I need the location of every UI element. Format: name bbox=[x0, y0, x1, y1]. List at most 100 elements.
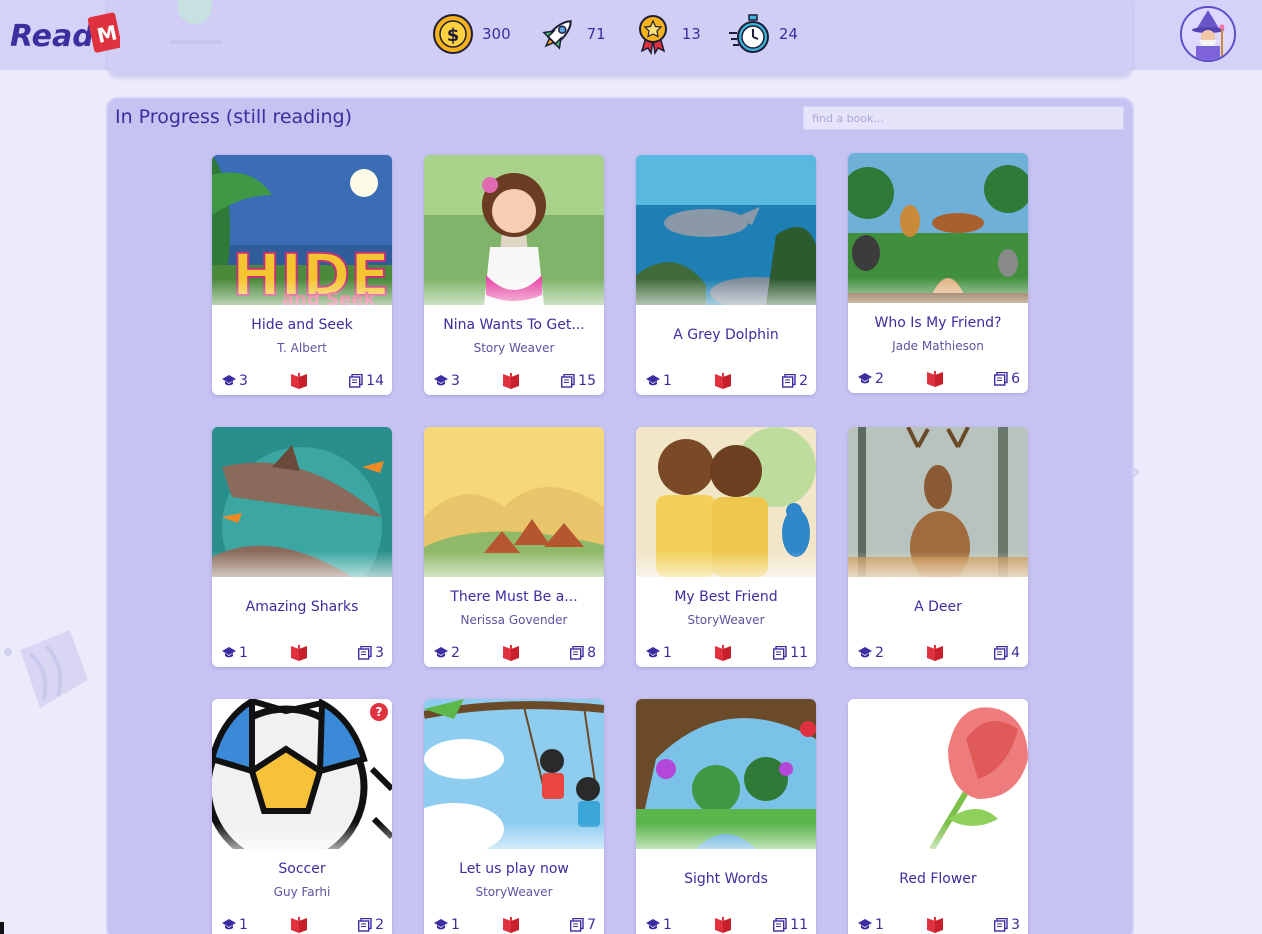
book-card[interactable]: Let us play now StoryWeaver 1 7 bbox=[424, 699, 604, 934]
rocket-stat[interactable]: 71 bbox=[537, 13, 606, 55]
pages-icon bbox=[994, 372, 1008, 386]
medal-stat[interactable]: 13 bbox=[632, 13, 701, 55]
book-card[interactable]: Amazing Sharks 1 3 bbox=[212, 427, 392, 667]
help-badge[interactable]: ? bbox=[370, 703, 388, 721]
book-card[interactable]: A Deer 2 4 bbox=[848, 427, 1028, 667]
reading-level: 2 bbox=[858, 645, 884, 661]
book-title: Nina Wants To Get... bbox=[443, 317, 585, 333]
rocket-value: 71 bbox=[586, 25, 606, 43]
book-author: StoryWeaver bbox=[687, 613, 765, 627]
book-author: Guy Farhi bbox=[273, 885, 331, 899]
svg-text:$: $ bbox=[447, 25, 460, 46]
graduation-cap-icon bbox=[858, 919, 872, 930]
book-meta: 2 8 bbox=[424, 645, 604, 663]
coins-stat[interactable]: $ 300 bbox=[432, 13, 511, 55]
open-book-icon[interactable] bbox=[290, 645, 308, 665]
book-title: Sight Words bbox=[684, 871, 768, 887]
open-book-icon[interactable] bbox=[290, 373, 308, 393]
reading-level: 1 bbox=[646, 917, 672, 933]
book-card[interactable]: Red Flower 1 3 bbox=[848, 699, 1028, 934]
pages-icon bbox=[782, 374, 796, 388]
cover-fade bbox=[424, 551, 604, 591]
cover-fade bbox=[212, 279, 392, 319]
book-search-input[interactable] bbox=[803, 106, 1124, 130]
graduation-cap-icon bbox=[646, 375, 660, 386]
stopwatch-icon bbox=[728, 14, 769, 53]
page-count: 8 bbox=[570, 645, 596, 661]
cover-fade bbox=[636, 551, 816, 591]
panel-title: In Progress (still reading) bbox=[115, 106, 353, 128]
book-card[interactable]: A Grey Dolphin 1 2 bbox=[636, 155, 816, 395]
coins-value: 300 bbox=[482, 25, 511, 43]
graduation-cap-icon bbox=[434, 647, 448, 658]
open-book-icon[interactable] bbox=[926, 917, 944, 934]
page-count: 14 bbox=[349, 373, 384, 389]
open-book-icon[interactable] bbox=[926, 371, 944, 391]
stopwatch-stat[interactable]: 24 bbox=[727, 13, 798, 55]
open-book-icon[interactable] bbox=[502, 645, 520, 665]
reading-level: 1 bbox=[434, 917, 460, 933]
medal-icon bbox=[638, 15, 667, 55]
book-meta: 2 6 bbox=[848, 371, 1028, 389]
open-book-icon[interactable] bbox=[502, 373, 520, 393]
readm-logo[interactable]: Read M bbox=[8, 8, 122, 60]
book-meta: 2 4 bbox=[848, 645, 1028, 663]
book-meta: 1 3 bbox=[848, 917, 1028, 934]
book-author: T. Albert bbox=[277, 341, 327, 355]
page-count: 11 bbox=[773, 917, 808, 933]
open-book-icon[interactable] bbox=[714, 373, 732, 393]
graduation-cap-icon bbox=[434, 375, 448, 386]
open-book-icon[interactable] bbox=[714, 917, 732, 934]
book-card[interactable]: ? Soccer Guy Farhi 1 2 bbox=[212, 699, 392, 934]
book-title: Let us play now bbox=[459, 861, 569, 877]
book-meta: 1 11 bbox=[636, 917, 816, 934]
reading-level: 2 bbox=[858, 371, 884, 387]
graduation-cap-icon bbox=[222, 647, 236, 658]
book-title: Amazing Sharks bbox=[245, 599, 359, 615]
medal-value: 13 bbox=[681, 25, 701, 43]
book-meta: 1 3 bbox=[212, 645, 392, 663]
page-count: 2 bbox=[782, 373, 808, 389]
book-card[interactable]: Sight Words 1 11 bbox=[636, 699, 816, 934]
page-count: 4 bbox=[994, 645, 1020, 661]
graduation-cap-icon bbox=[222, 375, 236, 386]
page-count: 7 bbox=[570, 917, 596, 933]
pages-icon bbox=[570, 646, 584, 660]
pages-icon bbox=[561, 374, 575, 388]
book-card[interactable]: My Best Friend StoryWeaver 1 11 bbox=[636, 427, 816, 667]
reading-level: 1 bbox=[222, 917, 248, 933]
text-cursor bbox=[0, 922, 4, 934]
book-author: Story Weaver bbox=[473, 341, 555, 355]
open-book-icon[interactable] bbox=[714, 645, 732, 665]
reading-level: 3 bbox=[222, 373, 248, 389]
book-title: My Best Friend bbox=[674, 589, 778, 605]
book-card[interactable]: HIDE and Seek Hide and Seek T. Albert 3 … bbox=[212, 155, 392, 395]
book-meta: 3 14 bbox=[212, 373, 392, 391]
open-book-icon[interactable] bbox=[502, 917, 520, 934]
reading-level: 1 bbox=[646, 373, 672, 389]
book-card[interactable]: There Must Be a... Nerissa Govender 2 8 bbox=[424, 427, 604, 667]
book-title: Red Flower bbox=[899, 871, 977, 887]
page-count: 11 bbox=[773, 645, 808, 661]
open-book-icon[interactable] bbox=[290, 917, 308, 934]
pages-icon bbox=[994, 646, 1008, 660]
book-meta: 1 7 bbox=[424, 917, 604, 934]
pages-icon bbox=[349, 374, 363, 388]
rocket-icon bbox=[541, 20, 572, 50]
graduation-cap-icon bbox=[858, 647, 872, 658]
sound-decor-icon bbox=[0, 630, 92, 720]
book-card[interactable]: Who Is My Friend? Jade Mathieson 2 6 bbox=[848, 153, 1028, 393]
pages-icon bbox=[773, 646, 787, 660]
page-count: 15 bbox=[561, 373, 596, 389]
reading-level: 2 bbox=[434, 645, 460, 661]
open-book-icon[interactable] bbox=[926, 645, 944, 665]
book-title: There Must Be a... bbox=[450, 589, 578, 605]
coin-icon: $ bbox=[433, 14, 473, 54]
graduation-cap-icon bbox=[222, 919, 236, 930]
cover-fade bbox=[848, 551, 1028, 591]
wizard-avatar-icon[interactable] bbox=[1180, 6, 1236, 62]
cover-fade bbox=[424, 823, 604, 863]
stopwatch-value: 24 bbox=[778, 25, 798, 43]
book-title: A Grey Dolphin bbox=[673, 327, 779, 343]
book-card[interactable]: Nina Wants To Get... Story Weaver 3 15 bbox=[424, 155, 604, 395]
